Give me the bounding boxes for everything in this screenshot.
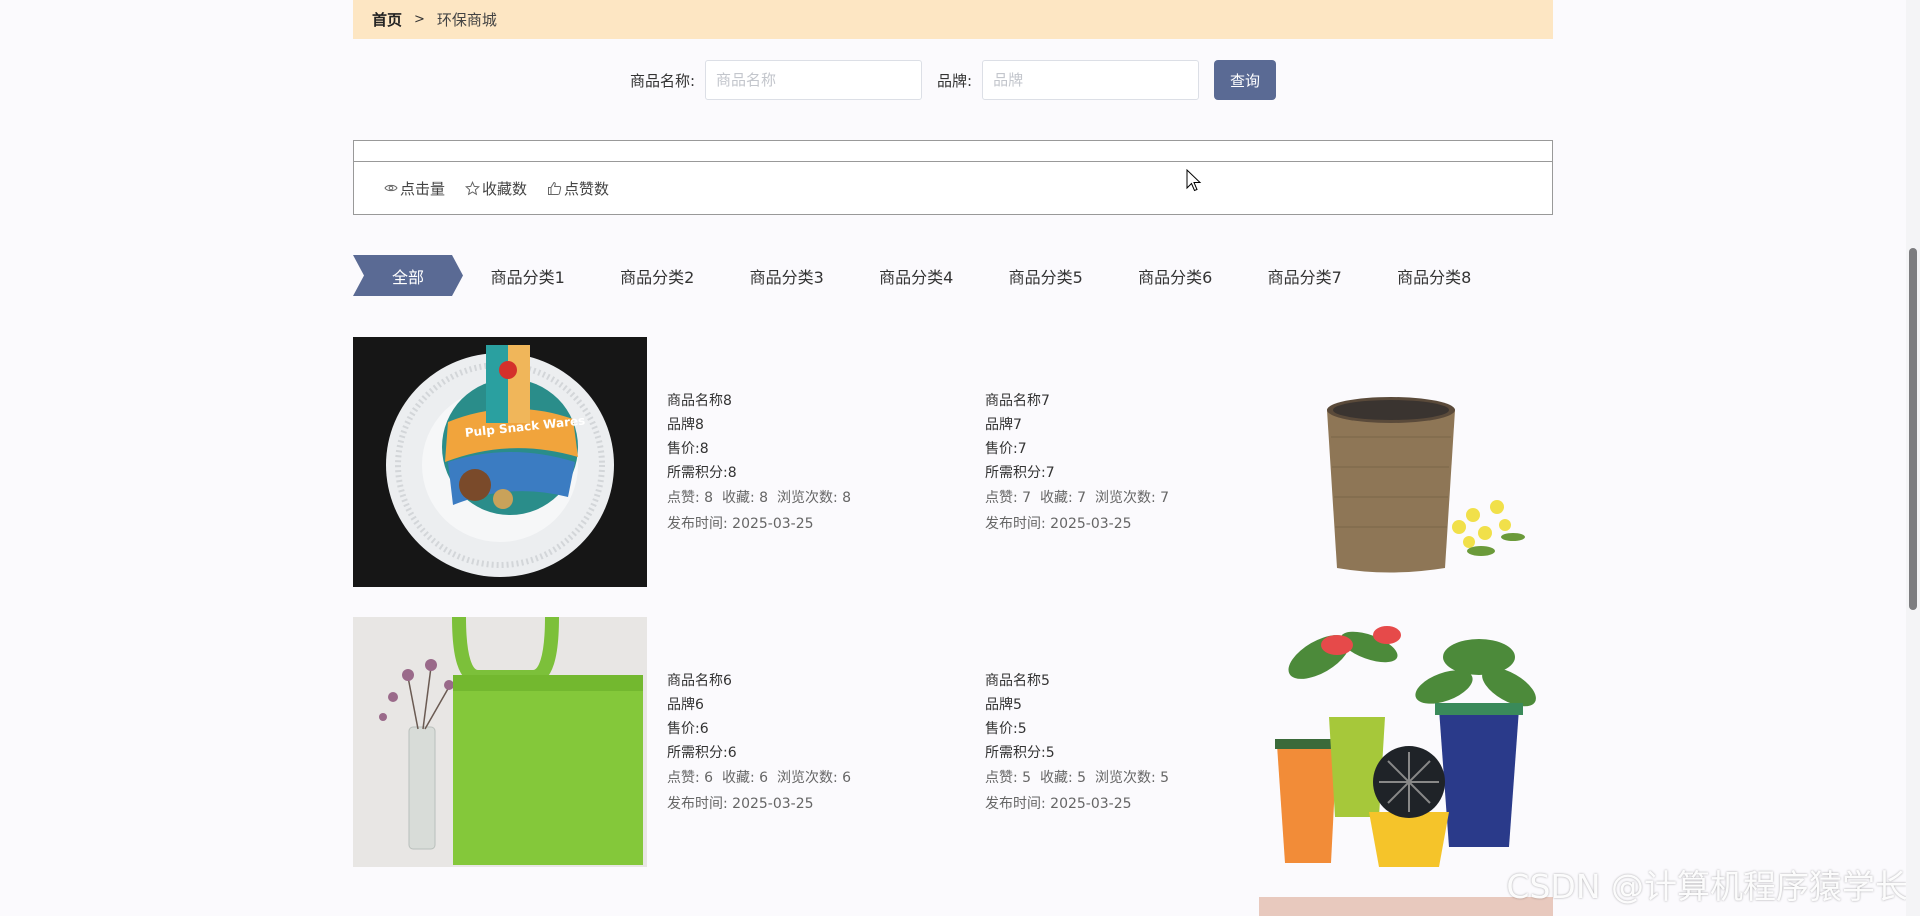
- woven-basket-image[interactable]: [1259, 337, 1553, 587]
- category-tab-5[interactable]: 商品分类5: [981, 264, 1111, 288]
- product-brand: 品牌8: [667, 417, 704, 433]
- product-price: 售价:5: [985, 721, 1027, 737]
- product-points: 所需积分:6: [667, 745, 737, 761]
- product-card-6: 商品名称6 品牌6 售价:6 所需积分:6 点赞: 6 收藏: 6 浏览次数: …: [667, 669, 967, 817]
- product-name[interactable]: 商品名称5: [985, 669, 1285, 693]
- page: 首页 > 环保商城 商品名称: 品牌: 查询 点击量 收藏数: [0, 0, 1920, 916]
- product-price: 售价:7: [985, 441, 1027, 457]
- category-tab-7[interactable]: 商品分类7: [1240, 264, 1370, 288]
- paper-plate-image[interactable]: Pulp Snack Wares: [353, 337, 647, 587]
- mouse-cursor-icon: [1186, 169, 1202, 192]
- scrollbar-thumb[interactable]: [1909, 248, 1917, 610]
- product-price: 售价:6: [667, 721, 709, 737]
- watermark: CSDN @计算机程序猿学长: [1506, 867, 1908, 906]
- star-icon: [465, 180, 481, 195]
- sort-by-likes[interactable]: 点赞数: [547, 178, 609, 199]
- sort-by-likes-label: 点赞数: [564, 179, 610, 198]
- product-points: 所需积分:7: [985, 465, 1055, 481]
- breadcrumb-home-link[interactable]: 首页: [372, 9, 402, 30]
- product-points: 所需积分:5: [985, 745, 1055, 761]
- product-stats: 点赞: 8 收藏: 8 浏览次数: 8: [667, 490, 852, 506]
- sort-by-favorites[interactable]: 收藏数: [465, 178, 527, 199]
- product-name-label: 商品名称:: [629, 71, 695, 90]
- product-name[interactable]: 商品名称7: [985, 389, 1285, 413]
- brand-input[interactable]: [982, 60, 1200, 100]
- search-bar: 商品名称: 品牌: 查询: [353, 60, 1553, 100]
- product-brand: 品牌5: [985, 697, 1022, 713]
- product-name-input[interactable]: [705, 60, 922, 100]
- product-points: 所需积分:8: [667, 465, 737, 481]
- category-tab-6[interactable]: 商品分类6: [1111, 264, 1241, 288]
- sort-panel: 点击量 收藏数 点赞数: [353, 140, 1553, 215]
- product-date: 发布时间: 2025-03-25: [985, 516, 1132, 532]
- product-card-7: 商品名称7 品牌7 售价:7 所需积分:7 点赞: 7 收藏: 7 浏览次数: …: [985, 389, 1285, 537]
- product-brand: 品牌6: [667, 697, 704, 713]
- breadcrumb-current: 环保商城: [436, 11, 497, 29]
- category-tab-1[interactable]: 商品分类1: [463, 264, 593, 288]
- product-stats: 点赞: 7 收藏: 7 浏览次数: 7: [985, 490, 1170, 506]
- product-name[interactable]: 商品名称8: [667, 389, 967, 413]
- breadcrumb: 首页 > 环保商城: [353, 0, 1553, 39]
- page-scrollbar[interactable]: [1906, 0, 1920, 916]
- sort-panel-divider: [354, 141, 1552, 162]
- product-card-5: 商品名称5 品牌5 售价:5 所需积分:5 点赞: 5 收藏: 5 浏览次数: …: [985, 669, 1285, 817]
- category-tab-all[interactable]: 全部: [353, 255, 463, 296]
- product-price: 售价:8: [667, 441, 709, 457]
- breadcrumb-separator: >: [414, 12, 425, 27]
- product-stats: 点赞: 6 收藏: 6 浏览次数: 6: [667, 770, 852, 786]
- category-tab-8[interactable]: 商品分类8: [1370, 264, 1500, 288]
- category-tab-3[interactable]: 商品分类3: [722, 264, 852, 288]
- product-stats: 点赞: 5 收藏: 5 浏览次数: 5: [985, 770, 1170, 786]
- product-date: 发布时间: 2025-03-25: [985, 796, 1132, 812]
- product-date: 发布时间: 2025-03-25: [667, 796, 814, 812]
- brand-label: 品牌:: [937, 71, 973, 90]
- sort-by-clicks[interactable]: 点击量: [384, 178, 445, 199]
- sort-options: 点击量 收藏数 点赞数: [354, 162, 1552, 214]
- product-card-8: 商品名称8 品牌8 售价:8 所需积分:8 点赞: 8 收藏: 8 浏览次数: …: [667, 389, 967, 537]
- product-brand: 品牌7: [985, 417, 1022, 433]
- category-tabs: 全部 商品分类1 商品分类2 商品分类3 商品分类4 商品分类5 商品分类6 商…: [353, 255, 1553, 296]
- category-tab-4[interactable]: 商品分类4: [852, 264, 982, 288]
- green-tote-bag-image[interactable]: [353, 617, 647, 867]
- sort-by-clicks-label: 点击量: [400, 179, 446, 198]
- sort-by-favorites-label: 收藏数: [482, 179, 528, 198]
- thumbs-up-icon: [548, 181, 562, 195]
- product-name[interactable]: 商品名称6: [667, 669, 967, 693]
- search-button[interactable]: 查询: [1214, 60, 1277, 100]
- eye-icon: [384, 184, 398, 192]
- product-date: 发布时间: 2025-03-25: [667, 516, 814, 532]
- plant-pots-image[interactable]: [1259, 617, 1553, 867]
- category-tab-2[interactable]: 商品分类2: [593, 264, 723, 288]
